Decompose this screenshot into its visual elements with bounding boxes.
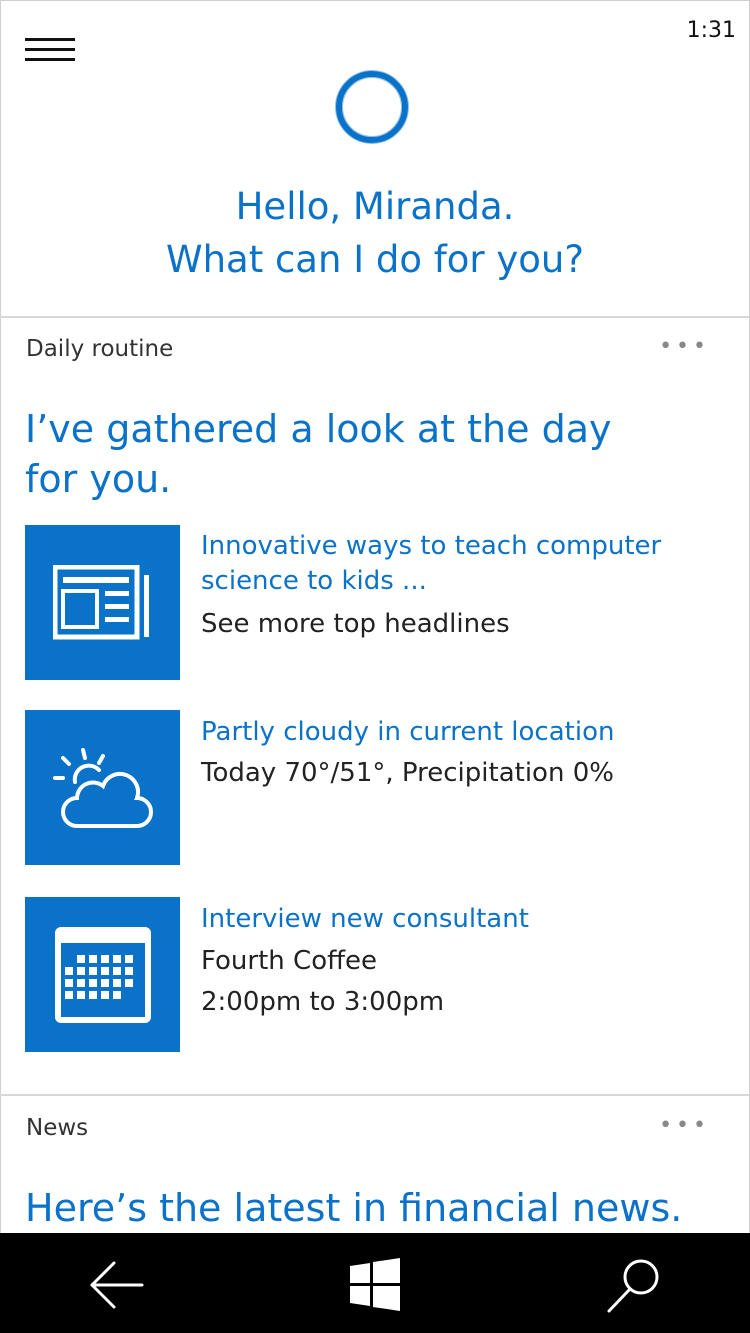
back-arrow-icon[interactable] — [86, 1255, 146, 1315]
daily-routine-more-button[interactable]: ••• — [659, 334, 710, 359]
calendar-item-title[interactable]: Interview new consultant — [201, 902, 701, 937]
cortana-ring-icon[interactable] — [336, 71, 408, 143]
calendar-icon[interactable] — [25, 897, 180, 1052]
news-item-title[interactable]: Innovative ways to teach computer scienc… — [201, 529, 701, 599]
separator — [0, 1094, 750, 1096]
daily-routine-headline: I’ve gathered a look at the day for you. — [25, 407, 612, 501]
windows-logo-icon[interactable] — [345, 1255, 405, 1315]
greeting-line-2: What can I do for you? — [165, 238, 585, 281]
status-time: 1:31 — [686, 18, 736, 43]
weather-partly-cloudy-icon[interactable] — [25, 710, 180, 865]
search-icon[interactable] — [605, 1255, 665, 1315]
weather-item-title[interactable]: Partly cloudy in current location — [201, 715, 701, 750]
greeting-line-1: Hello, Miranda. — [235, 185, 515, 228]
calendar-item-location[interactable]: Fourth Coffee — [201, 941, 721, 981]
news-headline[interactable]: Here’s the latest in financial news. — [25, 1183, 725, 1233]
daily-routine-label: Daily routine — [26, 336, 174, 362]
news-label: News — [26, 1115, 89, 1141]
weather-item-subtitle[interactable]: Today 70°/51°, Precipitation 0% — [201, 753, 721, 793]
news-more-button[interactable]: ••• — [659, 1113, 710, 1138]
news-icon[interactable] — [25, 525, 180, 680]
separator — [0, 316, 750, 318]
news-item-subtitle[interactable]: See more top headlines — [201, 604, 721, 644]
navigation-bar — [0, 1233, 750, 1333]
hamburger-menu-icon[interactable] — [25, 38, 75, 62]
calendar-item-time[interactable]: 2:00pm to 3:00pm — [201, 982, 721, 1022]
